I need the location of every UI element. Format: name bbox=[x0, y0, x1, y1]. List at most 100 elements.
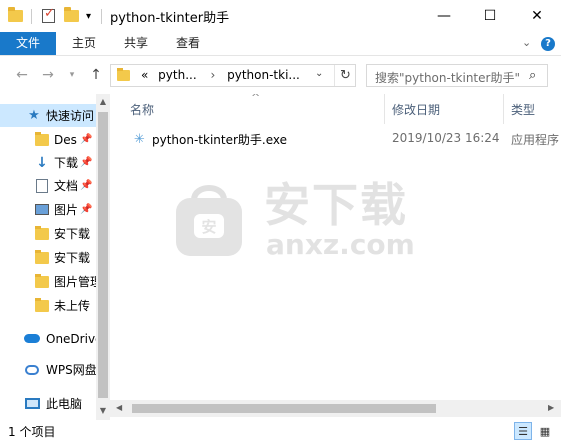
search-placeholder: 搜索"python-tkinter助手" bbox=[375, 71, 520, 85]
column-divider[interactable] bbox=[503, 94, 504, 124]
pin-icon: 📌 bbox=[80, 134, 93, 145]
picture-icon bbox=[34, 202, 50, 218]
application-icon: ✳ bbox=[134, 132, 145, 147]
address-dropdown-chevron-icon[interactable]: ⌄ bbox=[315, 68, 323, 79]
tab-home[interactable]: 主页 bbox=[62, 32, 106, 55]
tab-share[interactable]: 共享 bbox=[114, 32, 158, 55]
sidebar-item-this-pc[interactable]: 此电脑 bbox=[0, 392, 96, 415]
item-count: 1 个项目 bbox=[8, 425, 56, 439]
customize-toolbar-chevron-icon[interactable]: ▾ bbox=[86, 8, 91, 24]
column-divider[interactable] bbox=[384, 94, 385, 124]
folder-icon bbox=[34, 131, 50, 148]
navigation-bar: ← → ▾ ↑ « pyth... › python-tki... ⌄ ↻ 搜索… bbox=[0, 56, 561, 94]
shopping-bag-logo-icon: 安 bbox=[176, 185, 242, 256]
up-arrow-icon[interactable]: ↑ bbox=[86, 65, 106, 85]
sidebar-item-wps-cloud[interactable]: WPS网盘 bbox=[0, 358, 96, 381]
watermark: 安 安下载 anxz.com bbox=[170, 178, 415, 268]
sidebar-item-label: 图片管理 bbox=[54, 275, 96, 289]
document-icon bbox=[34, 178, 50, 194]
scroll-left-arrow-icon[interactable]: ◀ bbox=[116, 403, 122, 412]
sidebar-item-quick-access[interactable]: ★ 快速访问 bbox=[0, 104, 96, 127]
sort-ascending-icon: ^ bbox=[251, 94, 261, 104]
tab-file[interactable]: 文件 bbox=[0, 32, 56, 55]
status-bar: 1 个项目 ☰ ▦ bbox=[0, 420, 561, 442]
maximize-button[interactable]: ☐ bbox=[467, 0, 513, 32]
sidebar-item-label: Des bbox=[54, 132, 77, 147]
sidebar-item-folder[interactable]: 安下载 bbox=[0, 222, 96, 245]
file-type: 应用程序 bbox=[511, 133, 560, 147]
pin-icon: 📌 bbox=[80, 204, 93, 215]
sidebar-item-label: 安下载 bbox=[54, 251, 91, 265]
this-pc-icon bbox=[24, 396, 40, 412]
sidebar-item-label: 此电脑 bbox=[46, 397, 83, 411]
breadcrumb[interactable]: « pyth... › python-tki... bbox=[141, 68, 300, 82]
minimize-button[interactable]: — bbox=[421, 0, 467, 32]
new-folder-icon[interactable] bbox=[64, 7, 79, 24]
scrollbar-thumb[interactable] bbox=[132, 404, 436, 413]
recent-locations-chevron-icon[interactable]: ▾ bbox=[62, 65, 82, 85]
svg-text:安: 安 bbox=[201, 218, 216, 236]
details-view-icon[interactable]: ☰ bbox=[514, 422, 532, 440]
folder-icon bbox=[34, 297, 50, 314]
horizontal-scrollbar[interactable]: ◀ ▶ bbox=[110, 400, 561, 417]
file-modified-date: 2019/10/23 16:24 bbox=[392, 131, 500, 145]
pin-icon: 📌 bbox=[80, 157, 93, 168]
sidebar-item-label: 文档 bbox=[54, 179, 79, 193]
search-input[interactable]: 搜索"python-tkinter助手" ⌕ bbox=[366, 64, 548, 87]
scroll-up-arrow-icon[interactable]: ▲ bbox=[96, 97, 110, 106]
sidebar-item-label: 快速访问 bbox=[46, 109, 95, 123]
forward-arrow-icon[interactable]: → bbox=[38, 65, 58, 85]
folder-icon bbox=[34, 273, 50, 290]
sidebar-item-downloads[interactable]: ↓ 下载 📌 bbox=[0, 151, 96, 174]
file-name[interactable]: python-tkinter助手.exe bbox=[152, 131, 287, 148]
watermark-domain: anxz.com bbox=[266, 228, 415, 261]
sidebar-scrollbar[interactable]: ▲ ▼ bbox=[96, 94, 110, 420]
ribbon-tabs: 文件 主页 共享 查看 ⌄ ? bbox=[0, 32, 561, 56]
column-header-date-modified[interactable]: 修改日期 bbox=[392, 99, 440, 121]
star-icon: ★ bbox=[28, 108, 40, 123]
search-icon: ⌕ bbox=[529, 68, 537, 83]
sidebar-item-onedrive[interactable]: OneDrive bbox=[0, 327, 96, 350]
column-header-name[interactable]: 名称 bbox=[130, 99, 154, 121]
download-icon: ↓ bbox=[36, 154, 48, 171]
refresh-icon[interactable]: ↻ bbox=[334, 65, 356, 86]
breadcrumb-item[interactable]: pyth... bbox=[158, 68, 196, 82]
scrollbar-thumb[interactable] bbox=[98, 112, 108, 398]
scroll-down-arrow-icon[interactable]: ▼ bbox=[96, 406, 110, 415]
watermark-title: 安下载 bbox=[264, 178, 408, 232]
folder-icon bbox=[34, 225, 50, 242]
folder-icon bbox=[34, 249, 50, 266]
breadcrumb-item[interactable]: python-tki... bbox=[227, 68, 300, 82]
sidebar-item-desktop[interactable]: Des 📌 bbox=[0, 128, 96, 151]
breadcrumb-overflow[interactable]: « bbox=[141, 68, 148, 82]
pin-icon: 📌 bbox=[80, 180, 93, 191]
close-button[interactable]: ✕ bbox=[514, 0, 560, 32]
sidebar-item-folder[interactable]: 未上传 bbox=[0, 294, 96, 317]
help-icon[interactable]: ? bbox=[541, 37, 555, 51]
breadcrumb-separator[interactable]: › bbox=[210, 68, 215, 82]
address-bar[interactable]: « pyth... › python-tki... ⌄ ↻ bbox=[110, 64, 356, 87]
sidebar-item-label: WPS网盘 bbox=[46, 363, 96, 377]
title-bar: ▾ python-tkinter助手 — ☐ ✕ bbox=[0, 0, 561, 32]
large-icons-view-icon[interactable]: ▦ bbox=[536, 422, 554, 440]
folder-icon bbox=[8, 7, 23, 24]
folder-icon bbox=[117, 68, 130, 81]
sidebar-item-folder[interactable]: 图片管理 bbox=[0, 270, 96, 293]
sidebar-item-label: 下载 bbox=[54, 156, 79, 170]
properties-icon[interactable] bbox=[42, 6, 55, 24]
sidebar-item-label: 安下载 bbox=[54, 227, 91, 241]
back-arrow-icon[interactable]: ← bbox=[12, 65, 32, 85]
sidebar-item-label: OneDrive bbox=[46, 331, 96, 346]
tab-view[interactable]: 查看 bbox=[166, 32, 210, 55]
sidebar-item-label: 图片 bbox=[54, 203, 79, 217]
sidebar-item-documents[interactable]: 文档 📌 bbox=[0, 174, 96, 197]
column-header-type[interactable]: 类型 bbox=[511, 99, 535, 121]
onedrive-icon bbox=[24, 331, 40, 347]
expand-ribbon-chevron-icon[interactable]: ⌄ bbox=[522, 36, 531, 49]
scroll-right-arrow-icon[interactable]: ▶ bbox=[548, 403, 554, 412]
sidebar-item-folder[interactable]: 安下载 bbox=[0, 246, 96, 269]
window-title: python-tkinter助手 bbox=[110, 11, 230, 26]
wps-cloud-icon bbox=[24, 362, 40, 378]
sidebar-item-label: 未上传 bbox=[54, 299, 91, 313]
sidebar-item-pictures[interactable]: 图片 📌 bbox=[0, 198, 96, 221]
